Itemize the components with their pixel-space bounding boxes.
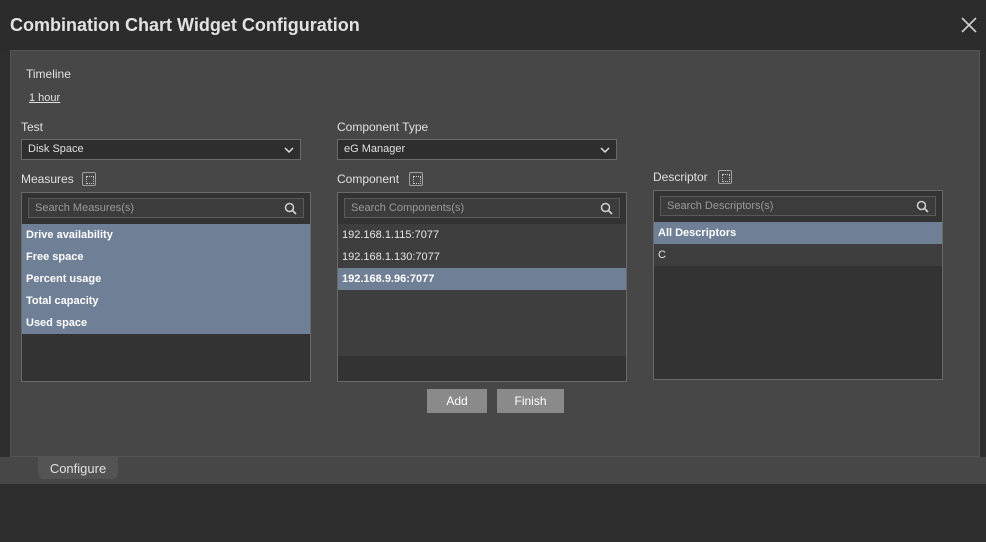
window-title: Combination Chart Widget Configuration — [10, 15, 360, 35]
timeline-value-link[interactable]: 1 hour — [29, 92, 60, 104]
measures-list: Drive availability Free space Percent us… — [22, 224, 310, 334]
footer-area — [0, 484, 986, 542]
timeline-label: Timeline — [26, 67, 71, 81]
component-type-selected-value: eG Manager — [344, 143, 406, 155]
measure-item[interactable]: Percent usage — [22, 268, 310, 290]
test-select[interactable]: Disk Space — [21, 139, 301, 160]
descriptor-listbox: Search Descriptors(s) All Descriptors C — [653, 190, 943, 380]
component-search-placeholder: Search Components(s) — [351, 202, 465, 214]
component-search-input[interactable]: Search Components(s) — [344, 198, 620, 218]
chevron-down-icon — [600, 147, 610, 154]
descriptor-label: Descriptor — [653, 170, 708, 184]
test-selected-value: Disk Space — [28, 143, 84, 155]
expand-descriptor-icon[interactable] — [718, 170, 732, 184]
measures-label: Measures — [21, 172, 74, 186]
add-button[interactable]: Add — [427, 389, 487, 413]
tab-configure[interactable]: Configure — [38, 457, 118, 479]
measure-item[interactable]: Total capacity — [22, 290, 310, 312]
measure-item[interactable]: Free space — [22, 246, 310, 268]
tab-bar: Configure — [0, 457, 986, 484]
component-item[interactable]: 192.168.9.96:7077 — [338, 268, 626, 290]
title-bar: Combination Chart Widget Configuration — [0, 0, 986, 50]
search-icon[interactable] — [600, 202, 613, 215]
component-listbox: Search Components(s) 192.168.1.115:7077 … — [337, 192, 627, 382]
component-list-empty-area — [338, 290, 626, 356]
expand-component-icon[interactable] — [409, 172, 423, 186]
measures-listbox: Search Measures(s) Drive availability Fr… — [21, 192, 311, 382]
component-list: 192.168.1.115:7077 192.168.1.130:7077 19… — [338, 224, 626, 356]
measures-search-input[interactable]: Search Measures(s) — [28, 198, 304, 218]
component-item[interactable]: 192.168.1.115:7077 — [338, 224, 626, 246]
component-item[interactable]: 192.168.1.130:7077 — [338, 246, 626, 268]
measure-item[interactable]: Used space — [22, 312, 310, 334]
measure-item[interactable]: Drive availability — [22, 224, 310, 246]
chevron-down-icon — [284, 147, 294, 154]
descriptor-search-input[interactable]: Search Descriptors(s) — [660, 196, 936, 216]
descriptor-list: All Descriptors C — [654, 222, 942, 266]
search-icon[interactable] — [916, 200, 929, 213]
measures-search-placeholder: Search Measures(s) — [35, 202, 135, 214]
component-label: Component — [337, 172, 400, 186]
search-icon[interactable] — [284, 202, 297, 215]
component-type-label: Component Type — [337, 120, 429, 134]
descriptor-item[interactable]: C — [654, 244, 942, 266]
descriptor-item[interactable]: All Descriptors — [654, 222, 942, 244]
configuration-panel: Timeline 1 hour Test Disk Space Componen… — [10, 50, 980, 457]
test-label: Test — [21, 120, 44, 134]
finish-button[interactable]: Finish — [497, 389, 564, 413]
close-icon[interactable] — [958, 14, 980, 36]
expand-measures-icon[interactable] — [82, 172, 96, 186]
component-type-select[interactable]: eG Manager — [337, 139, 617, 160]
descriptor-search-placeholder: Search Descriptors(s) — [667, 200, 774, 212]
